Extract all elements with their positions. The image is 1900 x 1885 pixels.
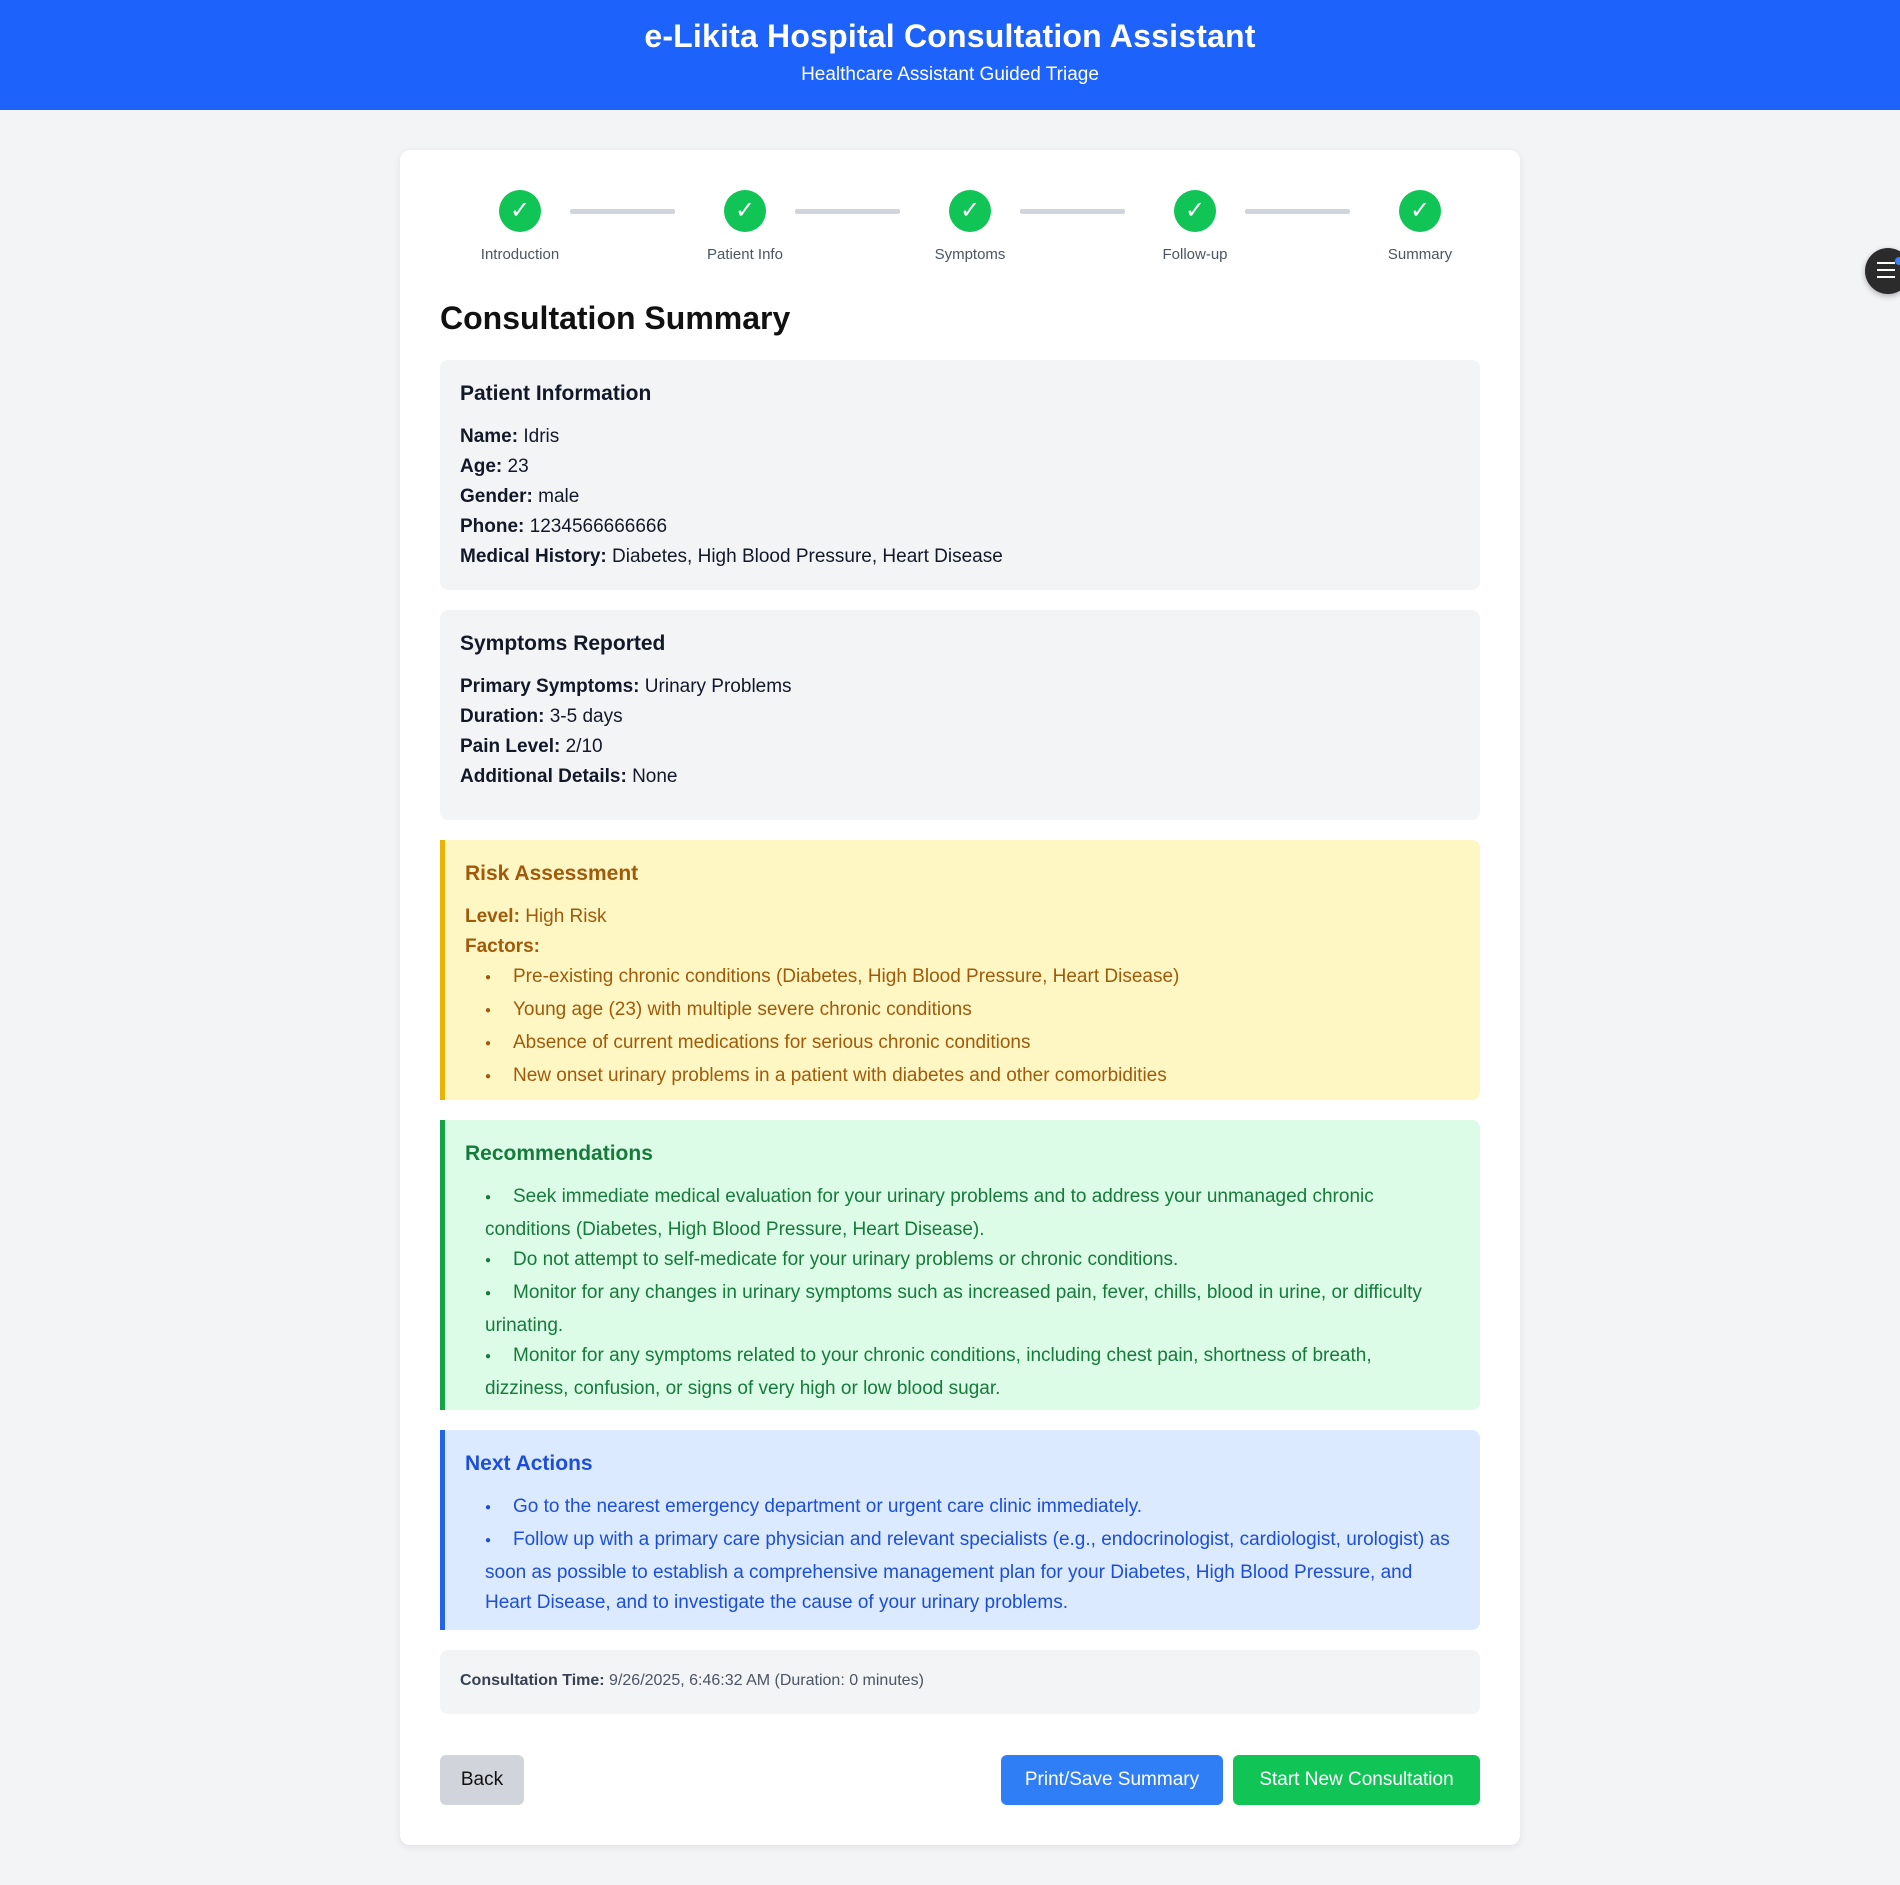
step-label: Symptoms: [934, 246, 1006, 263]
additional-details: None: [632, 766, 678, 787]
panel-heading: Recommendations: [465, 1142, 653, 1165]
additional-details-row: Additional Details: None: [460, 766, 678, 787]
bullet-icon: [485, 1028, 513, 1061]
panel-heading: Patient Information: [460, 382, 652, 405]
list-item: Go to the nearest emergency department o…: [457, 1492, 1460, 1525]
next-actions-panel: Next Actions Go to the nearest emergency…: [440, 1430, 1480, 1630]
consultation-time-value: 9/26/2025, 6:46:32 AM (Duration: 0 minut…: [609, 1672, 924, 1689]
primary-symptoms: Urinary Problems: [644, 676, 792, 697]
list-item: Do not attempt to self-medicate for your…: [457, 1245, 1460, 1278]
list-item: Pre-existing chronic conditions (Diabete…: [457, 962, 1460, 995]
step-label: Introduction: [480, 246, 560, 263]
step-connector: [1020, 209, 1125, 214]
panel-heading: Symptoms Reported: [460, 632, 666, 655]
duration-row: Duration: 3-5 days: [460, 706, 623, 727]
primary-symptoms-row: Primary Symptoms: Urinary Problems: [460, 676, 792, 697]
panel-heading: Risk Assessment: [465, 862, 639, 885]
patient-name: Idris: [523, 426, 560, 447]
pain-level: 2/10: [565, 736, 603, 757]
step-follow-up: ✓ Follow-up: [1115, 190, 1275, 263]
step-connector: [570, 209, 675, 214]
step-label: Summary: [1387, 246, 1453, 263]
bullet-icon: [485, 1492, 513, 1525]
patient-age-row: Age: 23: [460, 456, 529, 477]
floating-menu-button[interactable]: [1865, 248, 1900, 294]
patient-gender: male: [538, 486, 580, 507]
bullet-icon: [485, 1525, 513, 1558]
step-label: Patient Info: [707, 246, 783, 263]
progress-stepper: ✓ Introduction ✓ Patient Info ✓ Symptoms…: [440, 190, 1480, 290]
menu-icon: [1877, 262, 1895, 283]
patient-history-row: Medical History: Diabetes, High Blood Pr…: [460, 546, 1003, 567]
patient-info-panel: Patient Information Name: Idris Age: 23 …: [440, 360, 1480, 590]
app-subtitle: Healthcare Assistant Guided Triage: [801, 64, 1099, 85]
patient-gender-row: Gender: male: [460, 486, 580, 507]
risk-level-row: Level: High Risk: [465, 906, 607, 927]
patient-history: Diabetes, High Blood Pressure, Heart Dis…: [612, 546, 1003, 567]
list-item: Monitor for any symptoms related to your…: [457, 1341, 1460, 1404]
start-new-consultation-button[interactable]: Start New Consultation: [1233, 1755, 1480, 1805]
recommendations-panel: Recommendations Seek immediate medical e…: [440, 1120, 1480, 1410]
symptoms-panel: Symptoms Reported Primary Symptoms: Urin…: [440, 610, 1480, 820]
bullet-icon: [485, 1278, 513, 1311]
consultation-time-label: Consultation Time:: [460, 1672, 605, 1689]
check-icon: ✓: [724, 190, 766, 232]
check-icon: ✓: [1174, 190, 1216, 232]
panel-heading: Next Actions: [465, 1452, 593, 1475]
bullet-icon: [485, 1061, 513, 1094]
next-actions-list: Go to the nearest emergency department o…: [465, 1492, 1460, 1618]
list-item: New onset urinary problems in a patient …: [457, 1061, 1460, 1094]
app-header: e-Likita Hospital Consultation Assistant…: [0, 0, 1900, 110]
step-connector: [795, 209, 900, 214]
step-introduction: ✓ Introduction: [440, 190, 600, 263]
duration: 3-5 days: [549, 706, 623, 727]
recommendations-list: Seek immediate medical evaluation for yo…: [465, 1182, 1460, 1404]
bullet-icon: [485, 1341, 513, 1374]
risk-assessment-panel: Risk Assessment Level: High Risk Factors…: [440, 840, 1480, 1100]
notification-dot-icon: [1895, 257, 1900, 265]
pain-level-row: Pain Level: 2/10: [460, 736, 603, 757]
risk-level: High Risk: [525, 906, 607, 927]
step-connector: [1245, 209, 1350, 214]
step-patient-info: ✓ Patient Info: [665, 190, 825, 263]
bullet-icon: [485, 962, 513, 995]
step-summary: ✓ Summary: [1340, 190, 1500, 263]
bullet-icon: [485, 995, 513, 1028]
list-item: Seek immediate medical evaluation for yo…: [457, 1182, 1460, 1245]
summary-card: ✓ Introduction ✓ Patient Info ✓ Symptoms…: [400, 150, 1520, 1845]
check-icon: ✓: [949, 190, 991, 232]
print-save-summary-button[interactable]: Print/Save Summary: [1001, 1755, 1223, 1805]
check-icon: ✓: [1399, 190, 1441, 232]
risk-factors-label: Factors:: [465, 936, 540, 957]
patient-phone-row: Phone: 1234566666666: [460, 516, 668, 537]
list-item: Young age (23) with multiple severe chro…: [457, 995, 1460, 1028]
list-item: Follow up with a primary care physician …: [457, 1525, 1460, 1618]
step-label: Follow-up: [1162, 246, 1228, 263]
patient-name-row: Name: Idris: [460, 426, 560, 447]
consultation-time: Consultation Time: 9/26/2025, 6:46:32 AM…: [440, 1650, 1480, 1714]
patient-age: 23: [507, 456, 529, 477]
bullet-icon: [485, 1245, 513, 1278]
check-icon: ✓: [499, 190, 541, 232]
page-title: Consultation Summary: [440, 300, 791, 336]
list-item: Absence of current medications for serio…: [457, 1028, 1460, 1061]
patient-phone: 1234566666666: [529, 516, 668, 537]
list-item: Monitor for any changes in urinary sympt…: [457, 1278, 1460, 1341]
risk-factors-list: Pre-existing chronic conditions (Diabete…: [465, 962, 1460, 1094]
app-title: e-Likita Hospital Consultation Assistant: [644, 18, 1256, 54]
step-symptoms: ✓ Symptoms: [890, 190, 1050, 263]
back-button[interactable]: Back: [440, 1755, 524, 1805]
bullet-icon: [485, 1182, 513, 1215]
